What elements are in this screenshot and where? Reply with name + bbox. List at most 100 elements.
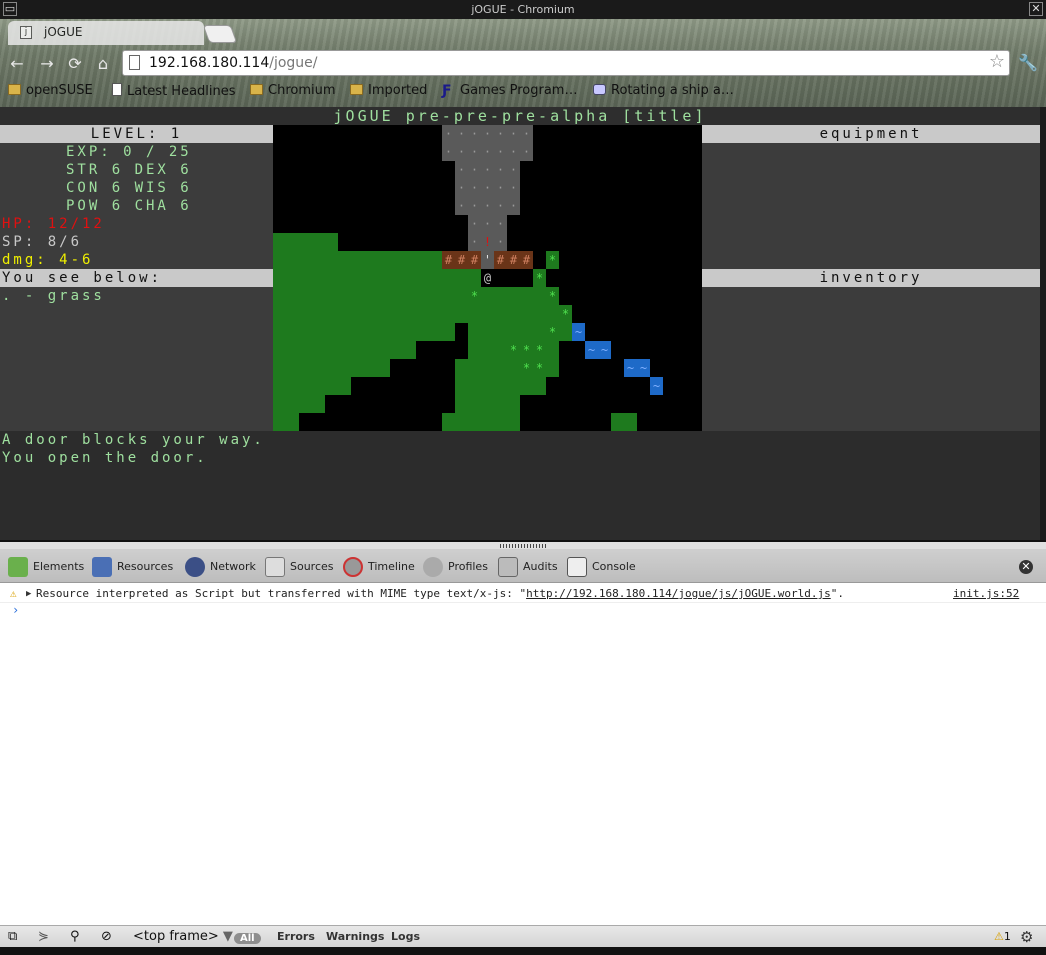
grass-tile — [286, 377, 299, 395]
stone-floor-tile: · — [455, 143, 468, 161]
warning-link[interactable]: http://192.168.180.114/jogue/js/jOGUE.wo… — [526, 587, 831, 600]
filter-all[interactable]: All — [234, 929, 261, 945]
frame-select-label: <top frame> — [133, 929, 219, 944]
grass-tile — [403, 251, 416, 269]
grass-tile — [416, 287, 429, 305]
window-menu-icon[interactable]: ▭ — [3, 2, 17, 16]
tab-favicon-icon: j — [20, 26, 32, 39]
bookmark-games-program[interactable]: Ƒ Games Program… — [442, 83, 577, 98]
browser-tab[interactable]: j jOGUE — [8, 21, 204, 45]
inventory-header: inventory — [702, 269, 1040, 287]
grass-tile — [533, 287, 546, 305]
reload-icon[interactable]: ⟳ — [64, 53, 86, 75]
grass-tile — [468, 305, 481, 323]
grass-tile — [351, 287, 364, 305]
wall-tile: # — [455, 251, 468, 269]
filter-errors[interactable]: Errors — [277, 929, 315, 945]
console-prompt[interactable]: › — [12, 603, 19, 617]
grass-tile — [299, 377, 312, 395]
stats-panel: LEVEL: 1 EXP: 0 / 25 STR 6 DEX 6 CON 6 W… — [0, 125, 273, 431]
search-icon[interactable]: ⚲ — [70, 929, 80, 945]
dungeon-map[interactable]: ···································*****… — [273, 125, 702, 467]
devtools-close-icon[interactable]: ✕ — [1019, 560, 1033, 574]
back-icon[interactable]: ← — [6, 53, 28, 75]
grass-tile — [455, 305, 468, 323]
bookmark-chromium[interactable]: Chromium — [250, 83, 336, 98]
grass-tile — [390, 305, 403, 323]
bookmark-latest-headlines[interactable]: Latest Headlines — [112, 83, 236, 99]
grass-tile — [494, 359, 507, 377]
see-below-item: . - grass — [2, 288, 105, 304]
grass-tile — [481, 395, 494, 413]
grass-tile — [390, 341, 403, 359]
folder-icon — [8, 84, 21, 95]
stone-floor-tile: · — [494, 143, 507, 161]
grass-tile — [507, 287, 520, 305]
grass-tile — [403, 269, 416, 287]
tab-audits[interactable]: Audits — [498, 555, 558, 579]
page-scrollbar[interactable] — [1040, 107, 1046, 540]
grass-tile — [286, 359, 299, 377]
frame-select[interactable]: <top frame> ▼ — [133, 929, 233, 945]
tab-profiles[interactable]: Profiles — [423, 555, 488, 579]
tab-console[interactable]: Console — [567, 555, 636, 579]
bookmark-star-icon[interactable]: ☆ — [989, 51, 1005, 72]
grass-tile — [286, 341, 299, 359]
tab-resources[interactable]: Resources — [92, 555, 173, 579]
wall-tile: # — [494, 251, 507, 269]
stone-floor-tile: · — [507, 143, 520, 161]
water-tile: ~ — [572, 323, 585, 341]
stone-floor-tile: · — [494, 215, 507, 233]
grass-tuft-tile: * — [533, 341, 546, 359]
level-header: LEVEL: 1 — [0, 125, 273, 143]
folder-icon — [250, 84, 263, 95]
tab-timeline[interactable]: Timeline — [343, 555, 415, 579]
open-door-tile: ' — [481, 251, 494, 269]
settings-gear-icon[interactable]: ⚙ — [1020, 929, 1033, 945]
stone-floor-tile: · — [481, 125, 494, 143]
sp-stat: SP: 8/6 — [2, 234, 83, 250]
stone-floor-tile: · — [468, 125, 481, 143]
grass-tile — [559, 323, 572, 341]
bookmark-imported[interactable]: Imported — [350, 83, 427, 98]
stone-floor-tile: · — [468, 179, 481, 197]
filter-logs[interactable]: Logs — [391, 929, 420, 945]
elements-icon — [8, 557, 28, 577]
home-icon[interactable]: ⌂ — [92, 53, 114, 75]
tab-sources[interactable]: Sources — [265, 555, 334, 579]
bookmark-rotating-ship[interactable]: Rotating a ship a… — [593, 83, 734, 98]
stone-floor-tile: · — [468, 161, 481, 179]
grass-tile — [507, 413, 520, 431]
show-drawer-icon[interactable]: ⋟ — [38, 929, 49, 945]
address-bar[interactable]: 192.168.180.114/jogue/ ☆ — [122, 50, 1010, 76]
forward-icon[interactable]: → — [36, 53, 58, 75]
stone-floor-tile: · — [468, 215, 481, 233]
grass-tile — [546, 341, 559, 359]
devtools-resizer[interactable] — [0, 540, 1046, 549]
grass-tuft-tile: * — [468, 287, 481, 305]
dock-icon[interactable]: ⧉ — [8, 929, 17, 945]
expand-triangle-icon[interactable]: ▶ — [26, 585, 31, 603]
grass-tuft-tile: * — [520, 341, 533, 359]
bookmark-opensuse[interactable]: openSUSE — [8, 83, 93, 98]
warning-source-link[interactable]: init.js:52 — [953, 585, 1019, 603]
console-panel: ⚠ ▶ Resource interpreted as Script but t… — [0, 583, 1046, 925]
grass-tile — [507, 395, 520, 413]
window-close-icon[interactable]: ✕ — [1029, 2, 1043, 16]
grass-tile — [364, 359, 377, 377]
browser-chrome: j jOGUE ← → ⟳ ⌂ 192.168.180.114/jogue/ ☆… — [0, 19, 1046, 107]
clear-console-icon[interactable]: ⊘ — [101, 929, 112, 945]
wrench-menu-icon[interactable]: 🔧 — [1018, 53, 1038, 72]
filter-warnings[interactable]: Warnings — [326, 929, 384, 945]
tab-network[interactable]: Network — [185, 555, 256, 579]
tab-label: Console — [592, 560, 636, 573]
grass-tile — [273, 359, 286, 377]
grass-tile — [429, 305, 442, 323]
grass-tile — [312, 341, 325, 359]
grass-tile — [546, 305, 559, 323]
warning-counter[interactable]: ⚠1 — [994, 929, 1011, 945]
water-tile: ~ — [585, 341, 598, 359]
tab-elements[interactable]: Elements — [8, 555, 84, 579]
devtools-statusbar: ⧉ ⋟ ⚲ ⊘ <top frame> ▼ All Errors Warning… — [0, 925, 1046, 947]
grass-tuft-tile: * — [546, 287, 559, 305]
